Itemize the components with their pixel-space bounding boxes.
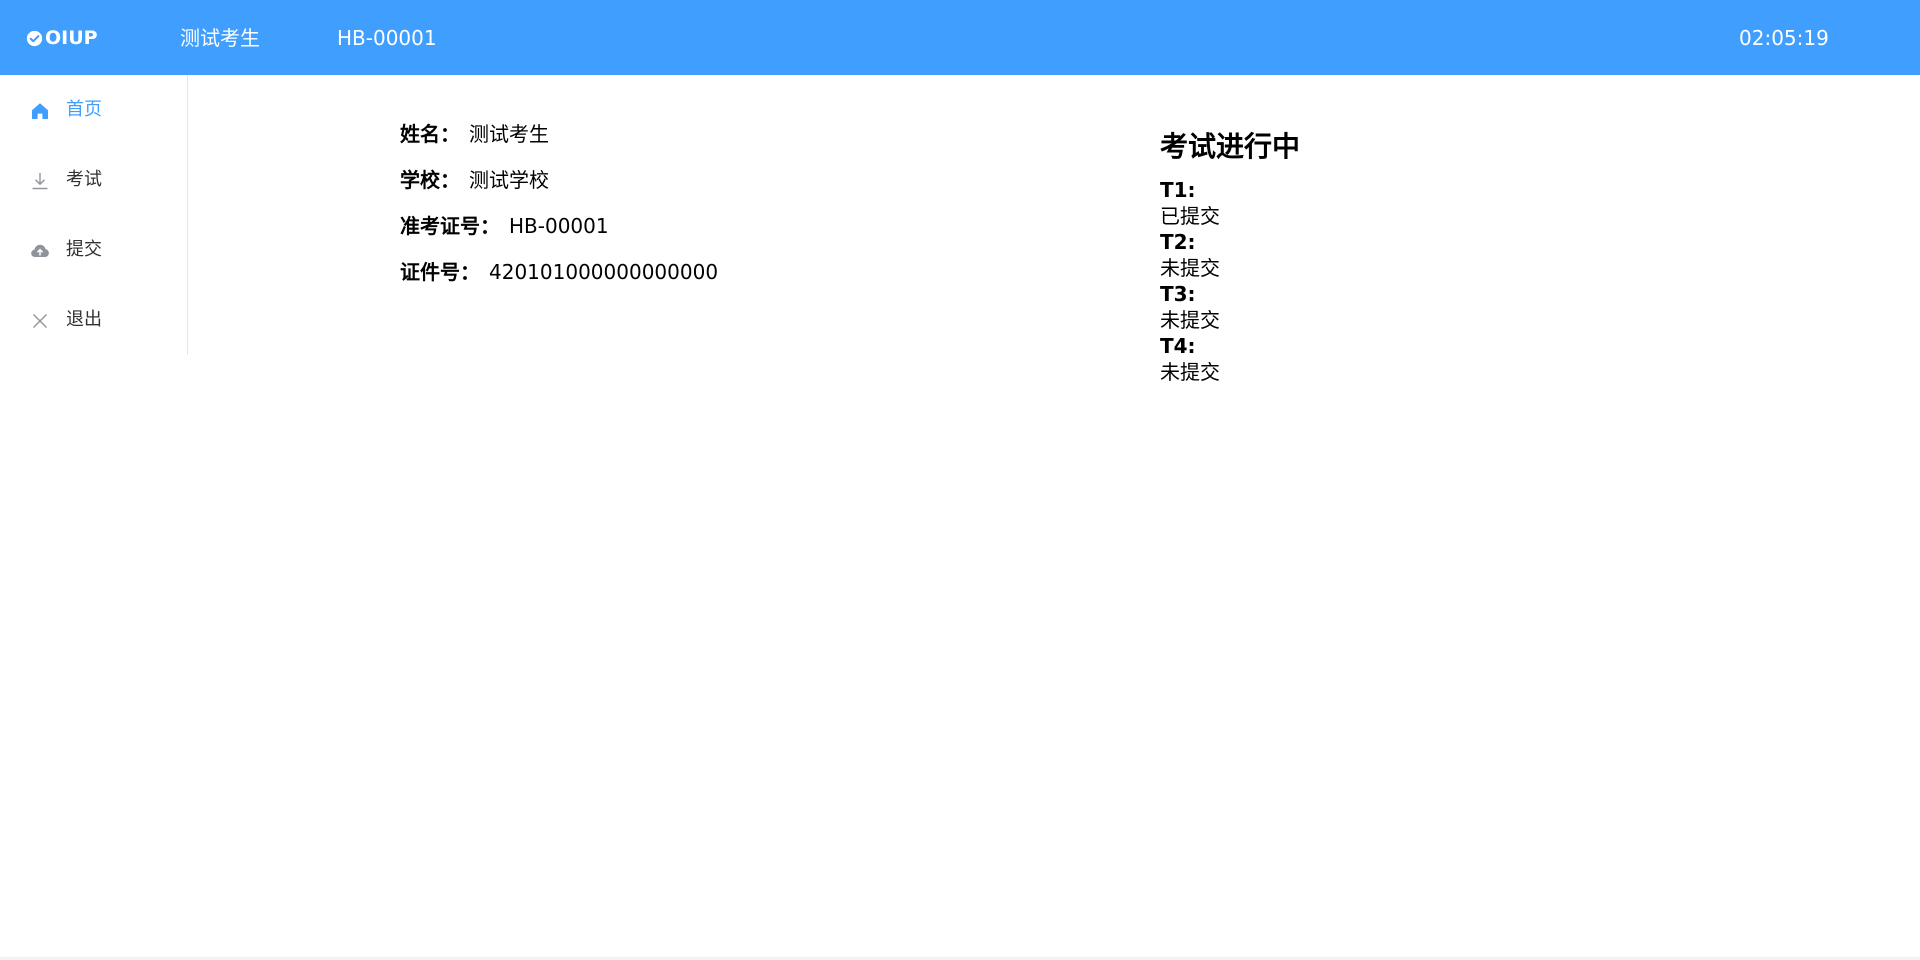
- countdown-timer: 02:05:19: [1739, 26, 1829, 50]
- school-label: 学校：: [400, 168, 460, 192]
- sidebar-item-submit[interactable]: 提交: [0, 215, 187, 285]
- profile-school-row: 学校： 测试学校: [400, 164, 718, 210]
- sidebar-item-label: 提交: [66, 239, 102, 260]
- header-student-name: 测试考生: [180, 26, 260, 50]
- sidebar-item-home[interactable]: 首页: [0, 75, 187, 145]
- sidebar-menu: 首页 考试 提交 退出: [0, 75, 188, 355]
- name-value: 测试考生: [469, 122, 549, 146]
- task-name: T2:: [1160, 230, 1196, 254]
- task-item: T2: 未提交: [1160, 229, 1300, 281]
- task-item: T3: 未提交: [1160, 281, 1300, 333]
- sidebar-item-label: 考试: [66, 169, 102, 190]
- profile-name-row: 姓名： 测试考生: [400, 118, 718, 164]
- sidebar-item-label: 退出: [66, 309, 102, 330]
- task-status: 已提交: [1160, 204, 1220, 228]
- cloud-upload-icon: [31, 244, 49, 257]
- logo-text: OIUP: [45, 27, 98, 49]
- sidebar-item-logout[interactable]: 退出: [0, 285, 187, 355]
- header-ticket-number: HB-00001: [337, 26, 437, 50]
- id-label: 证件号：: [400, 260, 480, 284]
- id-value: 420101000000000000: [489, 260, 719, 284]
- top-header: OIUP 测试考生 HB-00001 02:05:19: [0, 0, 1920, 75]
- task-status: 未提交: [1160, 256, 1220, 280]
- app-logo[interactable]: OIUP: [26, 26, 98, 50]
- ticket-value: HB-00001: [509, 214, 609, 238]
- candidate-profile: 姓名： 测试考生 学校： 测试学校 准考证号： HB-00001 证件号： 420101…: [400, 118, 718, 302]
- profile-id-row: 证件号： 420101000000000000: [400, 256, 718, 302]
- exam-status-title: 考试进行中: [1160, 130, 1301, 163]
- name-label: 姓名：: [400, 122, 460, 146]
- task-item: T1: 已提交: [1160, 177, 1300, 229]
- task-status: 未提交: [1160, 360, 1220, 384]
- task-name: T1:: [1160, 178, 1196, 202]
- profile-ticket-row: 准考证号： HB-00001: [400, 210, 718, 256]
- sidebar-item-exam[interactable]: 考试: [0, 145, 187, 215]
- download-icon: [32, 173, 48, 190]
- home-icon: [32, 103, 48, 119]
- task-name: T4:: [1160, 334, 1196, 358]
- school-value: 测试学校: [469, 168, 549, 192]
- task-name: T3:: [1160, 282, 1196, 306]
- exam-status-panel: 考试进行中 T1: 已提交 T2: 未提交 T3: 未提交 T4: 未提交: [1160, 127, 1300, 385]
- close-icon: [33, 314, 47, 328]
- task-status: 未提交: [1160, 308, 1220, 332]
- task-item: T4: 未提交: [1160, 333, 1300, 385]
- ticket-label: 准考证号：: [400, 214, 500, 238]
- check-circle-icon: [26, 30, 43, 46]
- sidebar-item-label: 首页: [66, 99, 102, 120]
